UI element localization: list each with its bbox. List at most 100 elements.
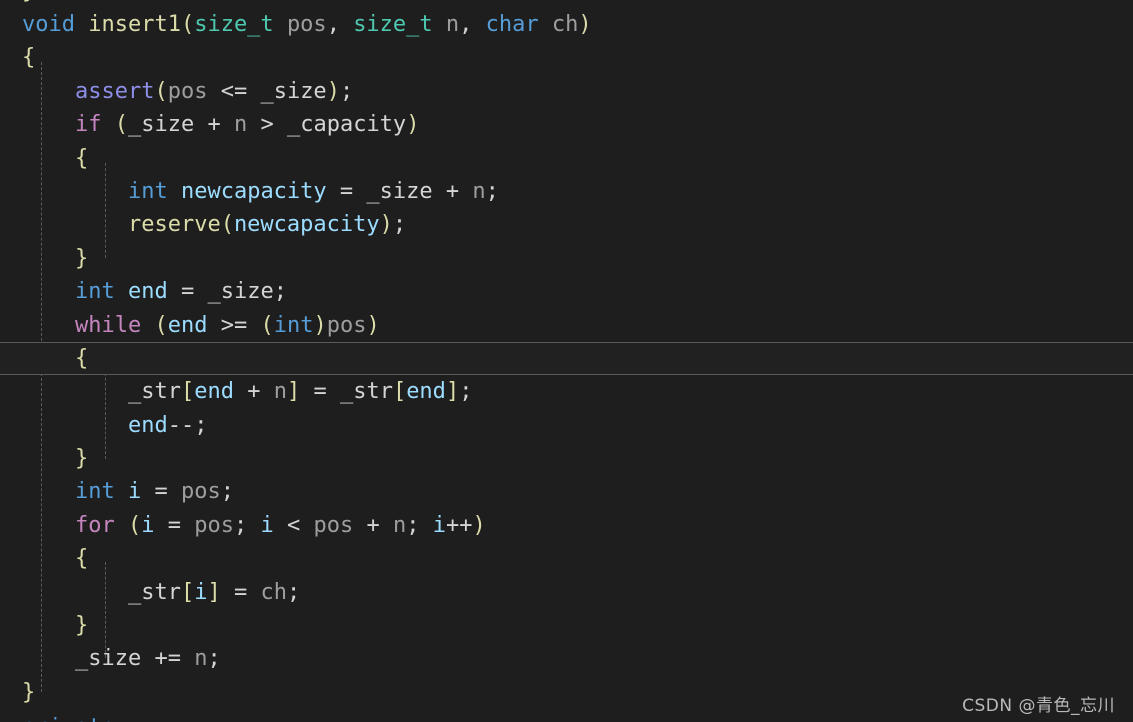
token-bracket-close: ] bbox=[286, 379, 301, 405]
code-line-6[interactable]: int newcapacity = _size + n; bbox=[0, 175, 1133, 208]
token-member-_size: _size bbox=[366, 178, 433, 204]
token-keyword-int: int bbox=[74, 479, 115, 505]
token-brace-close: } bbox=[74, 613, 89, 639]
token-semicolon: ; bbox=[406, 512, 420, 538]
token-brace-open: { bbox=[74, 546, 89, 572]
code-line-15[interactable]: int i = pos; bbox=[0, 475, 1133, 508]
token-keyword-int: int bbox=[127, 178, 168, 204]
code-line-16[interactable]: for (i = pos; i < pos + n; i++) bbox=[0, 509, 1133, 542]
code-surface[interactable]: void insert1(size_t pos, size_t n, char … bbox=[0, 0, 1133, 722]
token-paren-close: ) bbox=[326, 78, 340, 104]
token-param-n: n bbox=[392, 512, 407, 538]
code-line-7[interactable]: reserve(newcapacity); bbox=[0, 208, 1133, 241]
token-variable-i: i bbox=[127, 479, 142, 505]
token-param-ch: ch bbox=[260, 579, 287, 605]
token-operator-plus: + bbox=[233, 379, 274, 405]
token-variable-end: end bbox=[406, 379, 446, 405]
token-semicolon: ; bbox=[339, 78, 354, 104]
token-operator-assign: = bbox=[220, 579, 261, 605]
token-member-_capacity: _capacity bbox=[286, 112, 407, 138]
token-variable-newcapacity: newcapacity bbox=[233, 212, 380, 238]
token-param-pos: pos bbox=[194, 512, 234, 538]
code-line-11-current[interactable]: { bbox=[0, 341, 1133, 376]
token-operator-assign: = bbox=[326, 178, 367, 204]
token-keyword-int: int bbox=[74, 279, 115, 305]
token-bracket-open: [ bbox=[180, 579, 195, 605]
token-param-pos: pos bbox=[326, 312, 367, 338]
token-function-insert1: insert1 bbox=[88, 12, 181, 37]
token-operator-plus: + bbox=[194, 112, 234, 138]
code-line-14[interactable]: } bbox=[0, 442, 1133, 475]
token-keyword-if: if bbox=[74, 112, 102, 138]
token-keyword-void: void bbox=[22, 12, 75, 37]
code-editor[interactable]: } void insert1(size_t pos, size_t n, cha… bbox=[0, 0, 1133, 722]
code-line-17[interactable]: { bbox=[0, 542, 1133, 575]
token-paren-open: ( bbox=[154, 78, 168, 104]
token-variable-end: end bbox=[194, 379, 234, 405]
token-member-_size: _size bbox=[260, 78, 327, 104]
code-line-12[interactable]: _str[end + n] = _str[end]; bbox=[0, 375, 1133, 408]
token-paren-open: ( bbox=[220, 212, 234, 238]
token-keyword-while: while bbox=[74, 312, 142, 338]
code-line-2[interactable]: { bbox=[0, 41, 1133, 74]
token-semicolon: ; bbox=[392, 212, 407, 238]
code-line-5[interactable]: { bbox=[0, 142, 1133, 175]
code-line-19[interactable]: } bbox=[0, 609, 1133, 642]
code-line-18[interactable]: _str[i] = ch; bbox=[0, 576, 1133, 609]
token-operator-lt: < bbox=[273, 512, 314, 538]
token-operator-plus: + bbox=[353, 512, 393, 538]
code-line-3[interactable]: assert(pos <= _size); bbox=[0, 75, 1133, 108]
code-line-9[interactable]: int end = _size; bbox=[0, 275, 1133, 308]
token-variable-i: i bbox=[194, 579, 208, 605]
code-line-20[interactable]: _size += n; bbox=[0, 642, 1133, 675]
token-paren-close: ) bbox=[472, 512, 486, 538]
code-line-13[interactable]: end--; bbox=[0, 409, 1133, 442]
token-semicolon: ; bbox=[194, 412, 208, 438]
code-line-10[interactable]: while (end >= (int)pos) bbox=[0, 309, 1133, 342]
token-macro-assert: assert bbox=[74, 78, 155, 104]
code-line-8[interactable]: } bbox=[0, 242, 1133, 275]
token-member-_size: _size bbox=[127, 112, 195, 138]
token-variable-end: end bbox=[167, 312, 208, 338]
token-semicolon: ; bbox=[220, 479, 234, 505]
token-operator-assign: = bbox=[300, 379, 340, 405]
token-brace-close: } bbox=[74, 245, 89, 271]
token-param-pos: pos bbox=[313, 512, 354, 538]
token-param-n: n bbox=[273, 379, 287, 405]
code-line-4[interactable]: if (_size + n > _capacity) bbox=[0, 108, 1133, 141]
token-bracket-open: [ bbox=[180, 379, 195, 405]
token-operator-assign: = bbox=[154, 512, 195, 538]
code-line-1[interactable]: void insert1(size_t pos, size_t n, char … bbox=[0, 8, 1133, 41]
token-paren-close: ) bbox=[578, 12, 592, 37]
token-comma: , bbox=[459, 12, 473, 37]
token-param-n: n bbox=[445, 12, 460, 37]
token-keyword-int: int bbox=[273, 312, 314, 338]
token-variable-end: end bbox=[127, 279, 168, 305]
token-bracket-close: ] bbox=[445, 379, 460, 405]
code-line-21[interactable]: } bbox=[0, 676, 1133, 709]
token-semicolon: ; bbox=[233, 512, 248, 538]
token-param-n: n bbox=[472, 178, 486, 204]
token-variable-i: i bbox=[432, 512, 446, 538]
